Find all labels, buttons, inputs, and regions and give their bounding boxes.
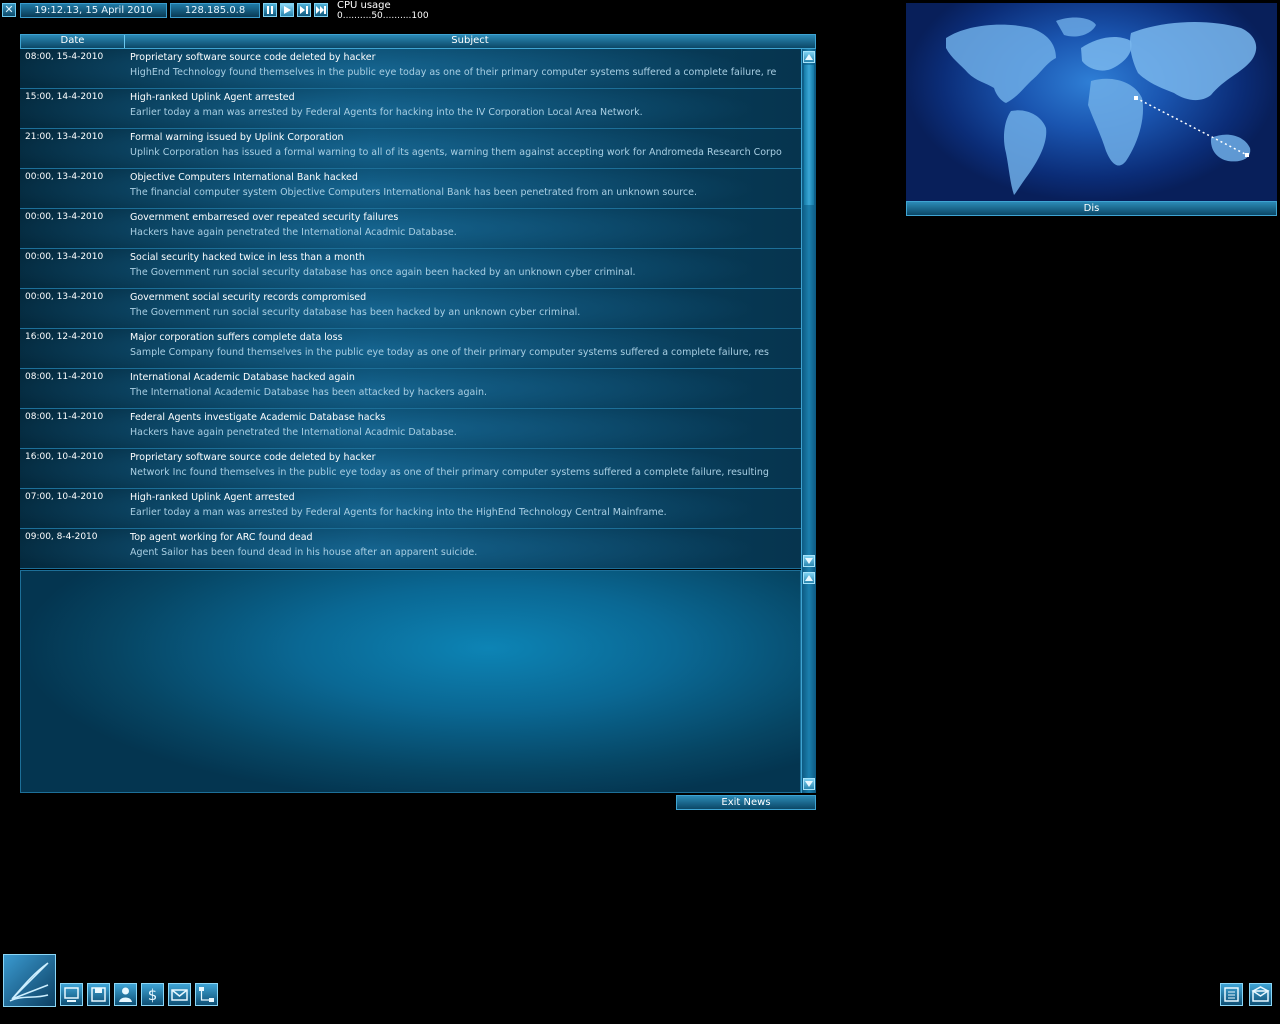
news-item-date: 00:00, 13-4-2010: [25, 292, 104, 302]
news-item-row[interactable]: 08:00, 15-4-2010 Proprietary software sou…: [20, 49, 801, 89]
fast-forward-icon[interactable]: [297, 3, 311, 17]
detail-scrollbar[interactable]: [801, 570, 816, 793]
news-item-row[interactable]: 08:00, 11-4-2010 International Academic D…: [20, 369, 801, 409]
email-icon[interactable]: [168, 983, 191, 1006]
news-item-row[interactable]: 09:00, 8-4-2010 Top agent working for ARC…: [20, 529, 801, 569]
news-item-row[interactable]: 08:00, 11-4-2010 Federal Agents investiga…: [20, 409, 801, 449]
svg-text:$: $: [148, 986, 158, 1004]
news-list: 08:00, 15-4-2010 Proprietary software sou…: [20, 49, 801, 570]
news-item-row[interactable]: 00:00, 13-4-2010 Government social securi…: [20, 289, 801, 329]
news-item-title: Federal Agents investigate Academic Data…: [130, 412, 386, 423]
news-item-date: 08:00, 11-4-2010: [25, 412, 104, 422]
news-item-summary: Uplink Corporation has issued a formal w…: [130, 147, 782, 158]
date-column-header[interactable]: Date: [21, 35, 125, 48]
news-item-date: 08:00, 15-4-2010: [25, 52, 104, 62]
news-item-title: High-ranked Uplink Agent arrested: [130, 92, 295, 103]
network-icon[interactable]: [195, 983, 218, 1006]
news-item-title: Formal warning issued by Uplink Corporat…: [130, 132, 344, 143]
news-item-date: 08:00, 11-4-2010: [25, 372, 104, 382]
cpu-usage-title: CPU usage: [337, 0, 391, 11]
news-item-title: Objective Computers International Bank h…: [130, 172, 358, 183]
news-item-summary: The Government run social security datab…: [130, 267, 636, 278]
news-item-summary: Agent Sailor has been found dead in his …: [130, 547, 478, 558]
scroll-down-icon[interactable]: [803, 555, 815, 567]
news-item-date: 16:00, 12-4-2010: [25, 332, 104, 342]
news-item-row[interactable]: 16:00, 10-4-2010 Proprietary software sou…: [20, 449, 801, 489]
news-item-summary: The financial computer system Objective …: [130, 187, 698, 198]
news-item-summary: Earlier today a man was arrested by Fede…: [130, 507, 667, 518]
news-item-row[interactable]: 21:00, 13-4-2010 Formal warning issued by…: [20, 129, 801, 169]
ip-address-display: 128.185.0.8: [170, 3, 260, 18]
news-detail-pane: [20, 570, 801, 793]
agent-icon[interactable]: [114, 983, 137, 1006]
news-item-title: Social security hacked twice in less tha…: [130, 252, 365, 263]
world-map[interactable]: [906, 3, 1277, 201]
scroll-up-icon[interactable]: [803, 51, 815, 63]
news-item-date: 00:00, 13-4-2010: [25, 252, 104, 262]
news-item-date: 07:00, 10-4-2010: [25, 492, 104, 502]
megafast-forward-icon[interactable]: [314, 3, 328, 17]
news-item-summary: HighEnd Technology found themselves in t…: [130, 67, 777, 78]
memory-icon[interactable]: [1220, 983, 1243, 1006]
computer-icon[interactable]: [60, 983, 83, 1006]
news-item-row[interactable]: 00:00, 13-4-2010 Social security hacked t…: [20, 249, 801, 289]
news-item-summary: Earlier today a man was arrested by Fede…: [130, 107, 643, 118]
news-item-date: 16:00, 10-4-2010: [25, 452, 104, 462]
news-item-date: 21:00, 13-4-2010: [25, 132, 104, 142]
inbox-icon[interactable]: [1249, 983, 1272, 1006]
map-connection-label[interactable]: Dis: [906, 201, 1277, 216]
news-item-summary: The International Academic Database has …: [130, 387, 487, 398]
news-item-summary: Hackers have again penetrated the Intern…: [130, 427, 457, 438]
news-item-row[interactable]: 00:00, 13-4-2010 Objective Computers Inte…: [20, 169, 801, 209]
main-menu-icon[interactable]: [3, 954, 56, 1007]
news-item-title: High-ranked Uplink Agent arrested: [130, 492, 295, 503]
scroll-up-icon[interactable]: [803, 572, 815, 584]
news-item-title: Government embarresed over repeated secu…: [130, 212, 399, 223]
news-item-row[interactable]: 07:00, 10-4-2010 High-ranked Uplink Agent…: [20, 489, 801, 529]
save-disk-icon[interactable]: [87, 983, 110, 1006]
news-item-row[interactable]: 16:00, 12-4-2010 Major corporation suffer…: [20, 329, 801, 369]
news-item-date: 15:00, 14-4-2010: [25, 92, 104, 102]
subject-column-header[interactable]: Subject: [125, 35, 815, 48]
news-item-title: Proprietary software source code deleted…: [130, 52, 376, 63]
datetime-display: 19:12.13, 15 April 2010: [20, 3, 167, 18]
news-item-summary: The Government run social security datab…: [130, 307, 581, 318]
pause-icon[interactable]: [263, 3, 277, 17]
news-item-date: 00:00, 13-4-2010: [25, 172, 104, 182]
news-item-title: Proprietary software source code deleted…: [130, 452, 376, 463]
scroll-thumb[interactable]: [804, 65, 814, 205]
news-item-date: 00:00, 13-4-2010: [25, 212, 104, 222]
scroll-down-icon[interactable]: [803, 778, 815, 790]
news-list-scrollbar[interactable]: [801, 49, 816, 570]
play-icon[interactable]: [280, 3, 294, 17]
close-icon[interactable]: ✕: [2, 3, 16, 17]
exit-news-button[interactable]: Exit News: [676, 795, 816, 810]
news-item-date: 09:00, 8-4-2010: [25, 532, 98, 542]
world-map-graphic: [946, 17, 1257, 195]
news-item-summary: Network Inc found themselves in the publ…: [130, 467, 769, 478]
news-item-title: Major corporation suffers complete data …: [130, 332, 343, 343]
news-table-header: Date Subject: [20, 34, 816, 49]
news-item-title: International Academic Database hacked a…: [130, 372, 355, 383]
news-item-row[interactable]: 00:00, 13-4-2010 Government embarresed ov…: [20, 209, 801, 249]
news-item-summary: Hackers have again penetrated the Intern…: [130, 227, 457, 238]
news-item-title: Government social security records compr…: [130, 292, 367, 303]
news-item-title: Top agent working for ARC found dead: [130, 532, 313, 543]
cpu-usage-scale: 0..........50..........100: [337, 11, 429, 21]
finance-icon[interactable]: $: [141, 983, 164, 1006]
news-item-summary: Sample Company found themselves in the p…: [130, 347, 769, 358]
news-item-row[interactable]: 15:00, 14-4-2010 High-ranked Uplink Agent…: [20, 89, 801, 129]
